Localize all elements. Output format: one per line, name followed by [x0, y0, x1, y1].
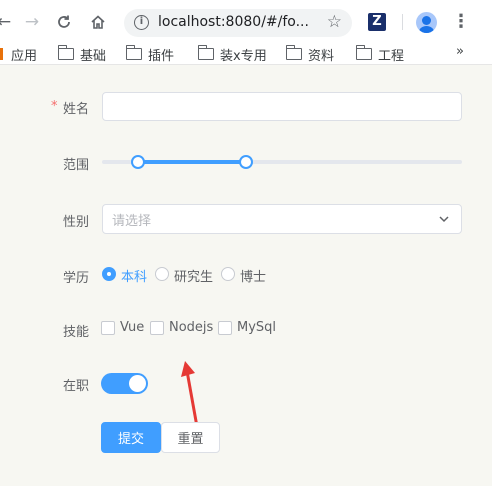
chevron-down-icon [437, 211, 451, 225]
education-label: 学历 [63, 271, 90, 286]
bookmark-label: 装x专用 [220, 48, 267, 64]
radio-master[interactable] [155, 267, 169, 281]
checkbox-mysql-label[interactable]: MySql [237, 320, 276, 335]
name-input[interactable] [102, 92, 462, 121]
bookmark-resources[interactable]: 资料 [285, 44, 335, 64]
folder-icon [285, 45, 302, 60]
extension-z-icon[interactable]: Z [368, 13, 386, 31]
bookmark-star-icon[interactable]: ☆ [327, 12, 342, 32]
more-menu-icon[interactable]: ⋮ [452, 11, 470, 32]
more-bookmarks-icon[interactable]: » [456, 44, 464, 59]
range-slider-handle-start[interactable] [131, 155, 145, 169]
switch-knob [129, 375, 146, 392]
radio-bachelor[interactable] [102, 267, 116, 281]
folder-icon [197, 45, 214, 60]
gender-select[interactable]: 请选择 [102, 204, 462, 234]
range-label: 范围 [63, 158, 90, 173]
checkbox-vue[interactable] [101, 321, 115, 335]
range-slider-fill [138, 160, 246, 164]
radio-bachelor-label[interactable]: 本科 [121, 266, 147, 285]
toolbar-divider [402, 14, 403, 30]
address-bar[interactable]: i localhost:8080/#/fo... ☆ [124, 9, 352, 37]
checkbox-vue-label[interactable]: Vue [120, 320, 144, 335]
gender-placeholder: 请选择 [112, 214, 152, 229]
bookmark-apps[interactable]: 应用 [0, 44, 37, 64]
bookmark-zx[interactable]: 装x专用 [197, 44, 267, 64]
range-slider-handle-end[interactable] [239, 155, 253, 169]
submit-button[interactable]: 提交 [101, 422, 161, 453]
back-arrow-icon[interactable]: ← [0, 12, 14, 32]
folder-icon [125, 45, 142, 60]
radio-doctor[interactable] [221, 267, 235, 281]
bookmark-engineering[interactable]: 工程 [355, 44, 405, 64]
skills-label: 技能 [63, 325, 90, 340]
employed-switch[interactable] [101, 373, 148, 394]
checkbox-nodejs[interactable] [150, 321, 164, 335]
bookmark-label: 基础 [80, 48, 107, 64]
browser-toolbar: ← → i localhost:8080/#/fo... ☆ Z ⋮ [0, 0, 492, 44]
folder-icon [57, 45, 74, 60]
reload-icon[interactable] [54, 12, 74, 32]
site-info-icon[interactable]: i [134, 15, 149, 30]
profile-avatar-icon[interactable] [416, 12, 437, 33]
checkbox-mysql[interactable] [218, 321, 232, 335]
home-icon[interactable] [88, 12, 108, 32]
name-label: 姓名 [63, 102, 90, 117]
bookmark-label: 应用 [11, 48, 38, 64]
employed-label: 在职 [63, 379, 90, 394]
folder-icon [355, 45, 372, 60]
bookmark-label: 工程 [378, 48, 405, 64]
bookmark-label: 插件 [148, 48, 175, 64]
checkbox-nodejs-label[interactable]: Nodejs [169, 320, 213, 335]
bookmark-label: 资料 [308, 48, 335, 64]
forward-arrow-icon[interactable]: → [22, 12, 42, 32]
radio-master-label[interactable]: 研究生 [174, 266, 213, 285]
reset-button[interactable]: 重置 [161, 422, 220, 453]
gender-label: 性别 [63, 215, 90, 230]
address-url: localhost:8080/#/fo... [158, 14, 309, 30]
bookmarks-bar: 应用 基础 插件 装x专用 资料 工程 » [0, 44, 492, 65]
apps-grid-icon [0, 48, 3, 60]
radio-doctor-label[interactable]: 博士 [240, 266, 266, 285]
bookmark-basics[interactable]: 基础 [57, 44, 107, 64]
required-mark: * [51, 99, 58, 114]
bookmark-plugins[interactable]: 插件 [125, 44, 175, 64]
